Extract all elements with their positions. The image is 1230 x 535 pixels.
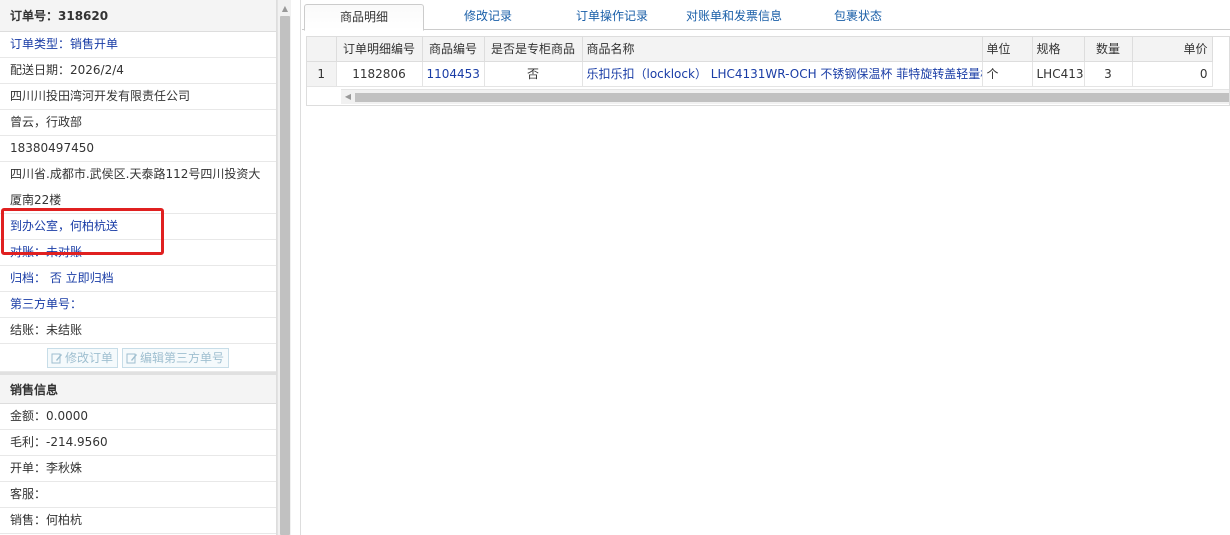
- product-name-link[interactable]: 乐扣乐扣（locklock） LHC4131WR-OCH 不锈钢保温杯 菲特旋转…: [582, 61, 983, 87]
- tab-operation-log[interactable]: 订单操作记录: [552, 4, 672, 30]
- order-type: 订单类型：销售开单: [0, 32, 276, 58]
- row-number-header: [307, 37, 337, 62]
- table-header-row: 订单明细编号 商品编号 是否是专柜商品 商品名称 单位 规格 数量 单价: [307, 37, 1213, 62]
- column-header[interactable]: 数量: [1084, 37, 1133, 62]
- contact-name: 曾云，行政部: [0, 110, 276, 136]
- product-id-link[interactable]: 1104453: [422, 61, 485, 87]
- scrollbar-thumb[interactable]: [280, 16, 290, 535]
- sales-amount: 金额：0.0000: [0, 404, 276, 430]
- edit-third-party-button[interactable]: 编辑第三方单号: [122, 347, 230, 368]
- column-header[interactable]: 规格: [1032, 37, 1085, 62]
- column-header[interactable]: 商品名称: [582, 37, 983, 62]
- spec-cell: LHC413: [1032, 61, 1085, 87]
- delivery-date: 配送日期：2026/2/4: [0, 58, 276, 84]
- gross-profit: 毛利：-214.9560: [0, 430, 276, 456]
- unit-cell: 个: [982, 61, 1033, 87]
- order-number-header: 订单号：318620: [0, 0, 276, 32]
- horizontal-scrollbar[interactable]: ◀: [341, 89, 1229, 104]
- tab-product-details[interactable]: 商品明细: [304, 4, 424, 31]
- quantity-cell: 3: [1084, 61, 1133, 87]
- tab-package-status[interactable]: 包裹状态: [802, 4, 914, 30]
- tab-edit-history[interactable]: 修改记录: [432, 4, 544, 30]
- company-name: 四川川投田湾河开发有限责任公司: [0, 84, 276, 110]
- sales-info-header: 销售信息: [0, 372, 276, 404]
- delivery-note: 到办公室，何柏杭送: [0, 214, 276, 240]
- table-row[interactable]: 1 1182806 1104453 否 乐扣乐扣（locklock） LHC41…: [307, 61, 1213, 87]
- product-table: 订单明细编号 商品编号 是否是专柜商品 商品名称 单位 规格 数量 单价 1 1…: [307, 37, 1213, 87]
- detail-area: 商品明细 修改记录 订单操作记录 对账单和发票信息 包裹状态 订单明细编号 商品…: [302, 0, 1230, 535]
- price-cell: 0: [1132, 61, 1213, 87]
- product-grid: 订单明细编号 商品编号 是否是专柜商品 商品名称 单位 规格 数量 单价 1 1…: [306, 36, 1230, 106]
- scroll-up-arrow-icon[interactable]: ▲: [280, 4, 290, 14]
- customer-service: 客服：: [0, 482, 276, 508]
- edit-icon: [51, 353, 62, 363]
- address-line-2: 厦南22楼: [0, 188, 276, 214]
- tab-bar: 商品明细 修改记录 订单操作记录 对账单和发票信息 包裹状态: [302, 4, 1230, 31]
- archive-status[interactable]: 归档： 否 立即归档: [0, 266, 276, 292]
- column-header[interactable]: 是否是专柜商品: [484, 37, 583, 62]
- edit-order-button[interactable]: 修改订单: [46, 347, 118, 368]
- tab-statement-invoice[interactable]: 对账单和发票信息: [674, 4, 794, 30]
- order-action-bar: 修改订单 编辑第三方单号: [0, 344, 276, 372]
- third-party-number: 第三方单号：: [0, 292, 276, 318]
- edit-icon: [126, 353, 137, 363]
- column-header[interactable]: 商品编号: [422, 37, 485, 62]
- column-header[interactable]: 单价: [1132, 37, 1213, 62]
- edit-order-label: 修改订单: [64, 350, 113, 365]
- reconcile-status: 对账：未对账: [0, 240, 276, 266]
- order-info-panel: 订单号：318620 订单类型：销售开单 配送日期：2026/2/4 四川川投田…: [0, 0, 277, 535]
- scrollbar-thumb[interactable]: [355, 93, 1229, 102]
- phone-number: 18380497450: [0, 136, 276, 162]
- order-creator: 开单：李秋姝: [0, 456, 276, 482]
- vertical-scrollbar[interactable]: ▲: [277, 0, 291, 535]
- column-header[interactable]: 单位: [982, 37, 1033, 62]
- detail-id-cell: 1182806: [336, 61, 423, 87]
- column-header[interactable]: 订单明细编号: [336, 37, 423, 62]
- is-counter-cell: 否: [484, 61, 583, 87]
- salesperson: 销售：何柏杭: [0, 508, 276, 534]
- edit-third-party-label: 编辑第三方单号: [140, 350, 225, 365]
- scroll-left-arrow-icon[interactable]: ◀: [343, 92, 353, 102]
- row-number: 1: [307, 61, 337, 87]
- settle-status: 结账：未结账: [0, 318, 276, 344]
- address-line-1: 四川省.成都市.武侯区.天泰路112号四川投资大: [10, 167, 261, 181]
- panel-gutter: [291, 0, 301, 535]
